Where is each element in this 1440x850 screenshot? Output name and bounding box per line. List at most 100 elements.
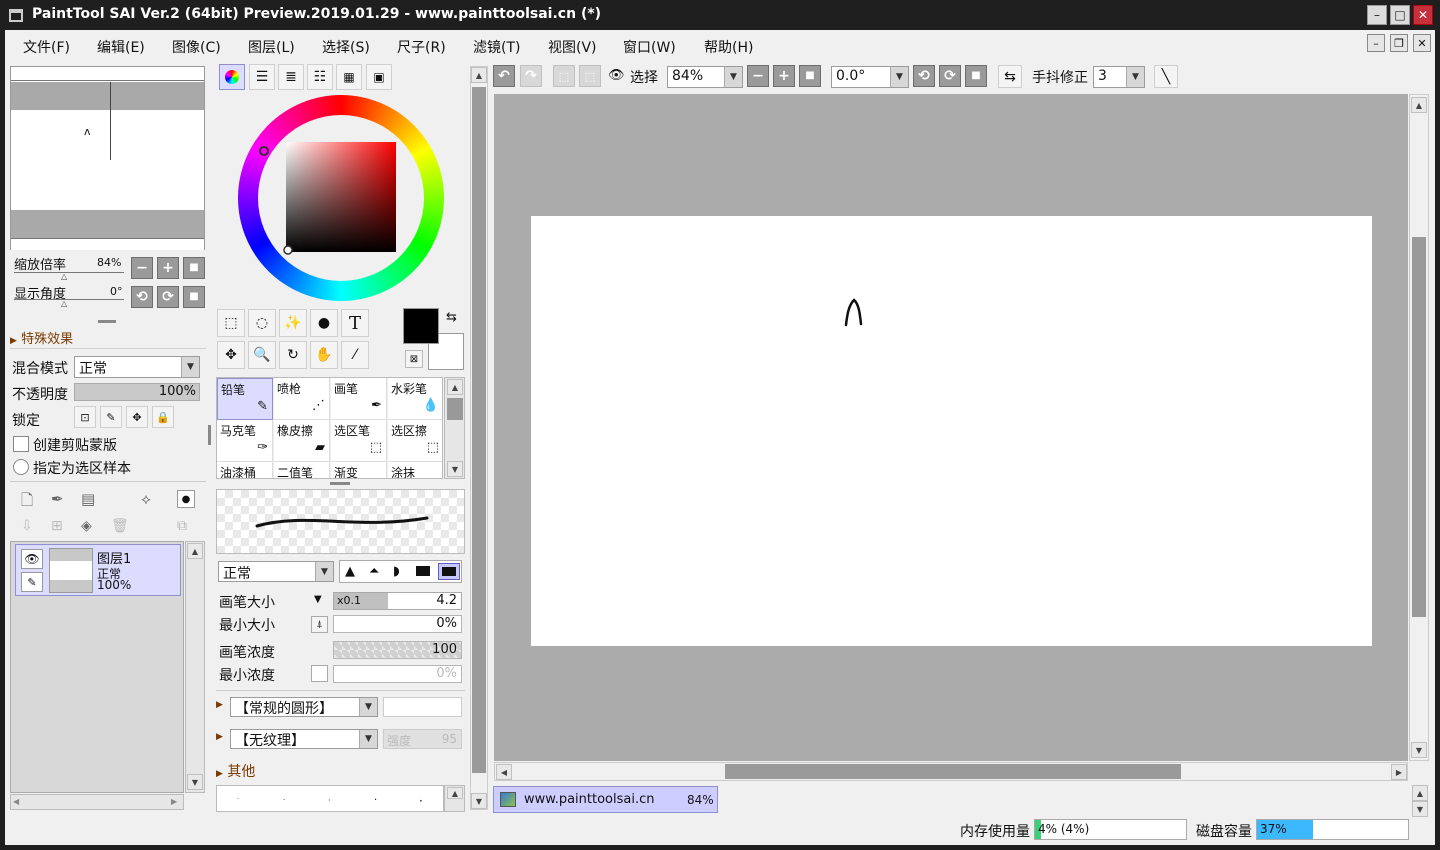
- rotate-left-button[interactable]: ⟲: [131, 286, 153, 308]
- zoom-slider[interactable]: [14, 272, 124, 273]
- menu-file[interactable]: 文件(F): [23, 37, 70, 57]
- brush-slot[interactable]: 画笔 ✒: [331, 378, 387, 420]
- maximize-button[interactable]: □: [1390, 5, 1410, 25]
- scroll-down-icon[interactable]: ▼: [471, 793, 487, 809]
- canvas-hscrollbar[interactable]: ◀ ▶: [494, 762, 1408, 781]
- close-button[interactable]: ✕: [1413, 5, 1433, 25]
- angle-slider[interactable]: [14, 299, 124, 300]
- invert-selection-button[interactable]: ⬚: [579, 65, 601, 87]
- brush-slot[interactable]: 橡皮擦 ▰: [274, 420, 330, 462]
- canvas-rotate-reset-button[interactable]: ■: [965, 65, 987, 87]
- delete-layer-icon[interactable]: 🗑: [111, 518, 129, 534]
- brush-grid-scrollbar[interactable]: ▲ ▼: [444, 377, 465, 479]
- brush-slot[interactable]: 选区笔 ⬚: [331, 420, 387, 462]
- scroll-left-icon[interactable]: ◀: [13, 797, 19, 806]
- rotate-reset-button[interactable]: ■: [183, 286, 205, 308]
- lock-all-icon[interactable]: 🔒: [152, 406, 174, 428]
- color-wheel[interactable]: [236, 93, 446, 303]
- dot-presets-scrollbar[interactable]: ▲: [444, 785, 465, 812]
- density-slider[interactable]: 100: [333, 641, 462, 659]
- layer-list-scrollbar[interactable]: ▲ ▼: [185, 541, 205, 793]
- tip-soft-icon[interactable]: ⏶: [369, 564, 379, 579]
- scroll-right-icon[interactable]: ▶: [171, 797, 177, 806]
- angle-slider-thumb[interactable]: △: [61, 299, 67, 308]
- pressure-density-checkbox[interactable]: [311, 665, 328, 682]
- drawing-canvas[interactable]: [531, 216, 1372, 646]
- brush-slot[interactable]: 喷枪 ⋰: [274, 378, 330, 420]
- expand-arrow-icon[interactable]: ▶: [216, 700, 223, 710]
- scroll-thumb[interactable]: [1412, 237, 1426, 617]
- brush-slot[interactable]: 马克笔 ✑: [217, 420, 273, 462]
- scroll-down-icon[interactable]: ▼: [447, 461, 463, 477]
- menu-edit[interactable]: 编辑(E): [97, 37, 145, 57]
- color-mixer-tab[interactable]: ☷: [307, 64, 333, 90]
- stabilizer-select[interactable]: 3 ▼: [1093, 66, 1145, 88]
- canvas-zoom-in-button[interactable]: +: [773, 65, 795, 87]
- rgb-slider-tab[interactable]: ☰: [249, 64, 275, 90]
- magic-wand-icon[interactable]: ✨: [279, 309, 307, 337]
- document-tab[interactable]: www.painttoolsai.cn 84%: [493, 786, 718, 813]
- clipping-mask-checkbox[interactable]: [13, 436, 29, 452]
- scroll-thumb[interactable]: [472, 87, 486, 773]
- layer-list-hscrollbar[interactable]: ◀ ▶: [10, 794, 184, 810]
- opacity-slider[interactable]: 100%: [74, 383, 200, 401]
- scroll-up-icon[interactable]: ▲: [471, 67, 487, 83]
- merge-down-icon[interactable]: ⊞: [51, 518, 63, 534]
- rotate-icon[interactable]: ↻: [279, 341, 307, 369]
- pencil-icon[interactable]: ✎: [21, 572, 43, 592]
- zoom-select[interactable]: 84% ▼: [667, 66, 743, 88]
- color-wheel-tab[interactable]: [219, 64, 245, 90]
- blend-mode-select[interactable]: 正常 ▼: [74, 356, 200, 378]
- lasso-icon[interactable]: ◌: [248, 309, 276, 337]
- brush-slot[interactable]: 渐变▭: [331, 462, 387, 478]
- brush-shape-select[interactable]: 【常规的圆形】 ▼: [230, 697, 378, 717]
- rect-select-icon[interactable]: ⬚: [217, 309, 245, 337]
- dot-preset[interactable]: ·: [374, 795, 377, 806]
- canvas-viewport[interactable]: [494, 94, 1408, 761]
- move-icon[interactable]: ✥: [217, 341, 245, 369]
- layer-mask-icon[interactable]: ⟡: [141, 490, 151, 508]
- hand-icon[interactable]: ✋: [310, 341, 338, 369]
- straight-line-icon[interactable]: ╲: [1154, 65, 1178, 88]
- tool-panel-scrollbar[interactable]: ▲ ▼: [470, 66, 488, 810]
- menu-image[interactable]: 图像(C): [172, 37, 221, 57]
- doc-minimize-button[interactable]: –: [1367, 34, 1385, 52]
- canvas-rotate-right-button[interactable]: ⟳: [939, 65, 961, 87]
- dot-preset[interactable]: ·: [328, 796, 331, 805]
- menu-help[interactable]: 帮助(H): [704, 37, 753, 57]
- scroll-right-icon[interactable]: ▶: [1391, 764, 1407, 780]
- scroll-up-icon[interactable]: ▲: [447, 787, 463, 799]
- redo-button[interactable]: ↷: [520, 65, 542, 87]
- tabs-scroll-up-icon[interactable]: ▲: [1412, 785, 1428, 801]
- min-size-slider[interactable]: 0%: [333, 615, 462, 633]
- menu-layer[interactable]: 图层(L): [248, 37, 295, 57]
- brush-shape-strength[interactable]: [383, 697, 462, 717]
- texture-strength-slider[interactable]: 强度 95: [383, 729, 462, 749]
- selection-source-checkbox[interactable]: [13, 459, 29, 475]
- brush-size-slider[interactable]: x0.1 4.2: [333, 592, 462, 610]
- scratchpad-tab[interactable]: ▣: [366, 64, 392, 90]
- zoom-value[interactable]: 84%: [97, 256, 121, 269]
- layer-row[interactable]: 👁 ✎ 图层1 正常 100%: [15, 544, 181, 596]
- swap-colors-icon[interactable]: ⇆: [446, 310, 457, 325]
- transfer-down-icon[interactable]: ⇩: [21, 518, 33, 534]
- zoom-icon[interactable]: 🔍: [248, 341, 276, 369]
- text-tool-icon[interactable]: T: [341, 309, 369, 337]
- undo-button[interactable]: ↶: [493, 65, 515, 87]
- expand-arrow-icon[interactable]: ▶: [216, 732, 223, 742]
- show-selection-label[interactable]: 选择: [630, 67, 658, 87]
- scroll-thumb[interactable]: [725, 764, 1181, 779]
- lock-transparency-icon[interactable]: ⊡: [74, 406, 96, 428]
- shape-icon[interactable]: ●: [310, 309, 338, 337]
- canvas-rotate-left-button[interactable]: ⟲: [913, 65, 935, 87]
- tip-flat-icon[interactable]: [416, 566, 430, 576]
- eye-icon[interactable]: 👁: [21, 549, 43, 569]
- eyedropper-icon[interactable]: ⁄: [341, 341, 369, 369]
- new-linework-layer-icon[interactable]: ✒: [51, 490, 64, 508]
- brush-slot[interactable]: 铅笔 ✎: [217, 378, 273, 420]
- brush-slot[interactable]: 二值笔✎: [274, 462, 330, 478]
- lock-paint-icon[interactable]: ✎: [100, 406, 122, 428]
- scroll-up-icon[interactable]: ▲: [447, 379, 463, 395]
- clear-layer-icon[interactable]: ◈: [81, 518, 92, 534]
- brush-slot[interactable]: 油漆桶⛾: [217, 462, 273, 478]
